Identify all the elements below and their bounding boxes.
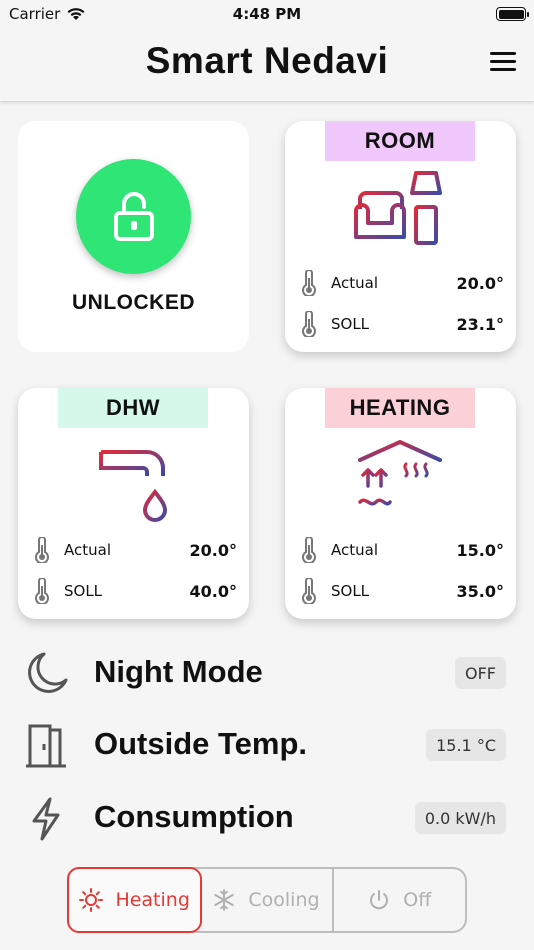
mode-heating-label: Heating: [115, 889, 190, 911]
status-time: 4:48 PM: [232, 5, 302, 23]
lock-card[interactable]: UNLOCKED: [18, 121, 249, 352]
consumption-value: 0.0 kW/h: [414, 802, 506, 834]
mode-switch: Heating Cooling Off: [67, 867, 467, 933]
room-card[interactable]: ROOM Actual 20.0° SOLL 23.1°: [285, 121, 516, 352]
outside-temp-value: 15.1 °C: [426, 729, 506, 761]
status-bar: Carrier 4:48 PM: [0, 0, 534, 30]
soll-value: 23.1°: [456, 314, 504, 334]
power-icon: [370, 890, 389, 910]
actual-label: Actual: [331, 274, 378, 292]
door-icon: [26, 724, 66, 768]
unlock-icon: [113, 191, 154, 241]
lock-status: UNLOCKED: [72, 291, 195, 314]
mode-heating-button[interactable]: Heating: [67, 867, 203, 933]
consumption-title: Consumption: [94, 799, 294, 834]
thermometer-icon: [302, 311, 316, 337]
soll-row: SOLL 23.1°: [299, 311, 504, 337]
actual-value: 20.0°: [456, 273, 504, 293]
lock-button[interactable]: [76, 159, 191, 274]
soll-row: SOLL 40.0°: [32, 578, 237, 604]
sun-icon: [79, 888, 104, 912]
armchair-lamp-icon: [354, 171, 442, 245]
zone-tag: HEATING: [325, 388, 475, 428]
soll-label: SOLL: [331, 315, 370, 333]
zone-tag: DHW: [58, 388, 208, 428]
actual-value: 15.0°: [456, 540, 504, 560]
nav-bar: Smart Nedavi: [0, 30, 534, 102]
thermometer-icon: [35, 578, 49, 604]
thermometer-icon: [302, 537, 316, 563]
mode-off-label: Off: [403, 889, 432, 911]
night-mode-title: Night Mode: [94, 654, 263, 689]
zone-tag: ROOM: [325, 121, 475, 161]
app-title: Smart Nedavi: [145, 40, 389, 81]
dhw-card[interactable]: DHW Actual 20.0° SOLL 40.0°: [18, 388, 249, 619]
outside-temp-row: Outside Temp. 15.1 °C: [0, 714, 534, 774]
thermometer-icon: [302, 578, 316, 604]
night-mode-value[interactable]: OFF: [455, 657, 506, 689]
moon-icon: [28, 652, 68, 693]
soll-value: 40.0°: [189, 581, 237, 601]
snowflake-icon: [214, 889, 235, 911]
actual-row: Actual 20.0°: [32, 537, 237, 563]
thermometer-icon: [302, 270, 316, 296]
soll-label: SOLL: [331, 582, 370, 600]
actual-row: Actual 20.0°: [299, 270, 504, 296]
actual-value: 20.0°: [189, 540, 237, 560]
menu-icon[interactable]: [490, 52, 516, 72]
actual-label: Actual: [331, 541, 378, 559]
soll-label: SOLL: [64, 582, 103, 600]
actual-row: Actual 15.0°: [299, 537, 504, 563]
battery-icon: [496, 7, 529, 21]
outside-temp-title: Outside Temp.: [94, 726, 308, 761]
mode-cooling-label: Cooling: [248, 889, 320, 911]
thermometer-icon: [35, 537, 49, 563]
house-heating-icon: [358, 440, 442, 518]
soll-value: 35.0°: [456, 581, 504, 601]
mode-off-button[interactable]: Off: [331, 869, 465, 931]
soll-row: SOLL 35.0°: [299, 578, 504, 604]
faucet-icon: [99, 441, 169, 522]
mode-cooling-button[interactable]: Cooling: [200, 869, 331, 931]
heating-card[interactable]: HEATING Actual 15.0° SOLL 35.0°: [285, 388, 516, 619]
night-mode-row[interactable]: Night Mode OFF: [0, 642, 534, 702]
actual-label: Actual: [64, 541, 111, 559]
consumption-row: Consumption 0.0 kW/h: [0, 787, 534, 847]
lightning-icon: [32, 797, 60, 841]
